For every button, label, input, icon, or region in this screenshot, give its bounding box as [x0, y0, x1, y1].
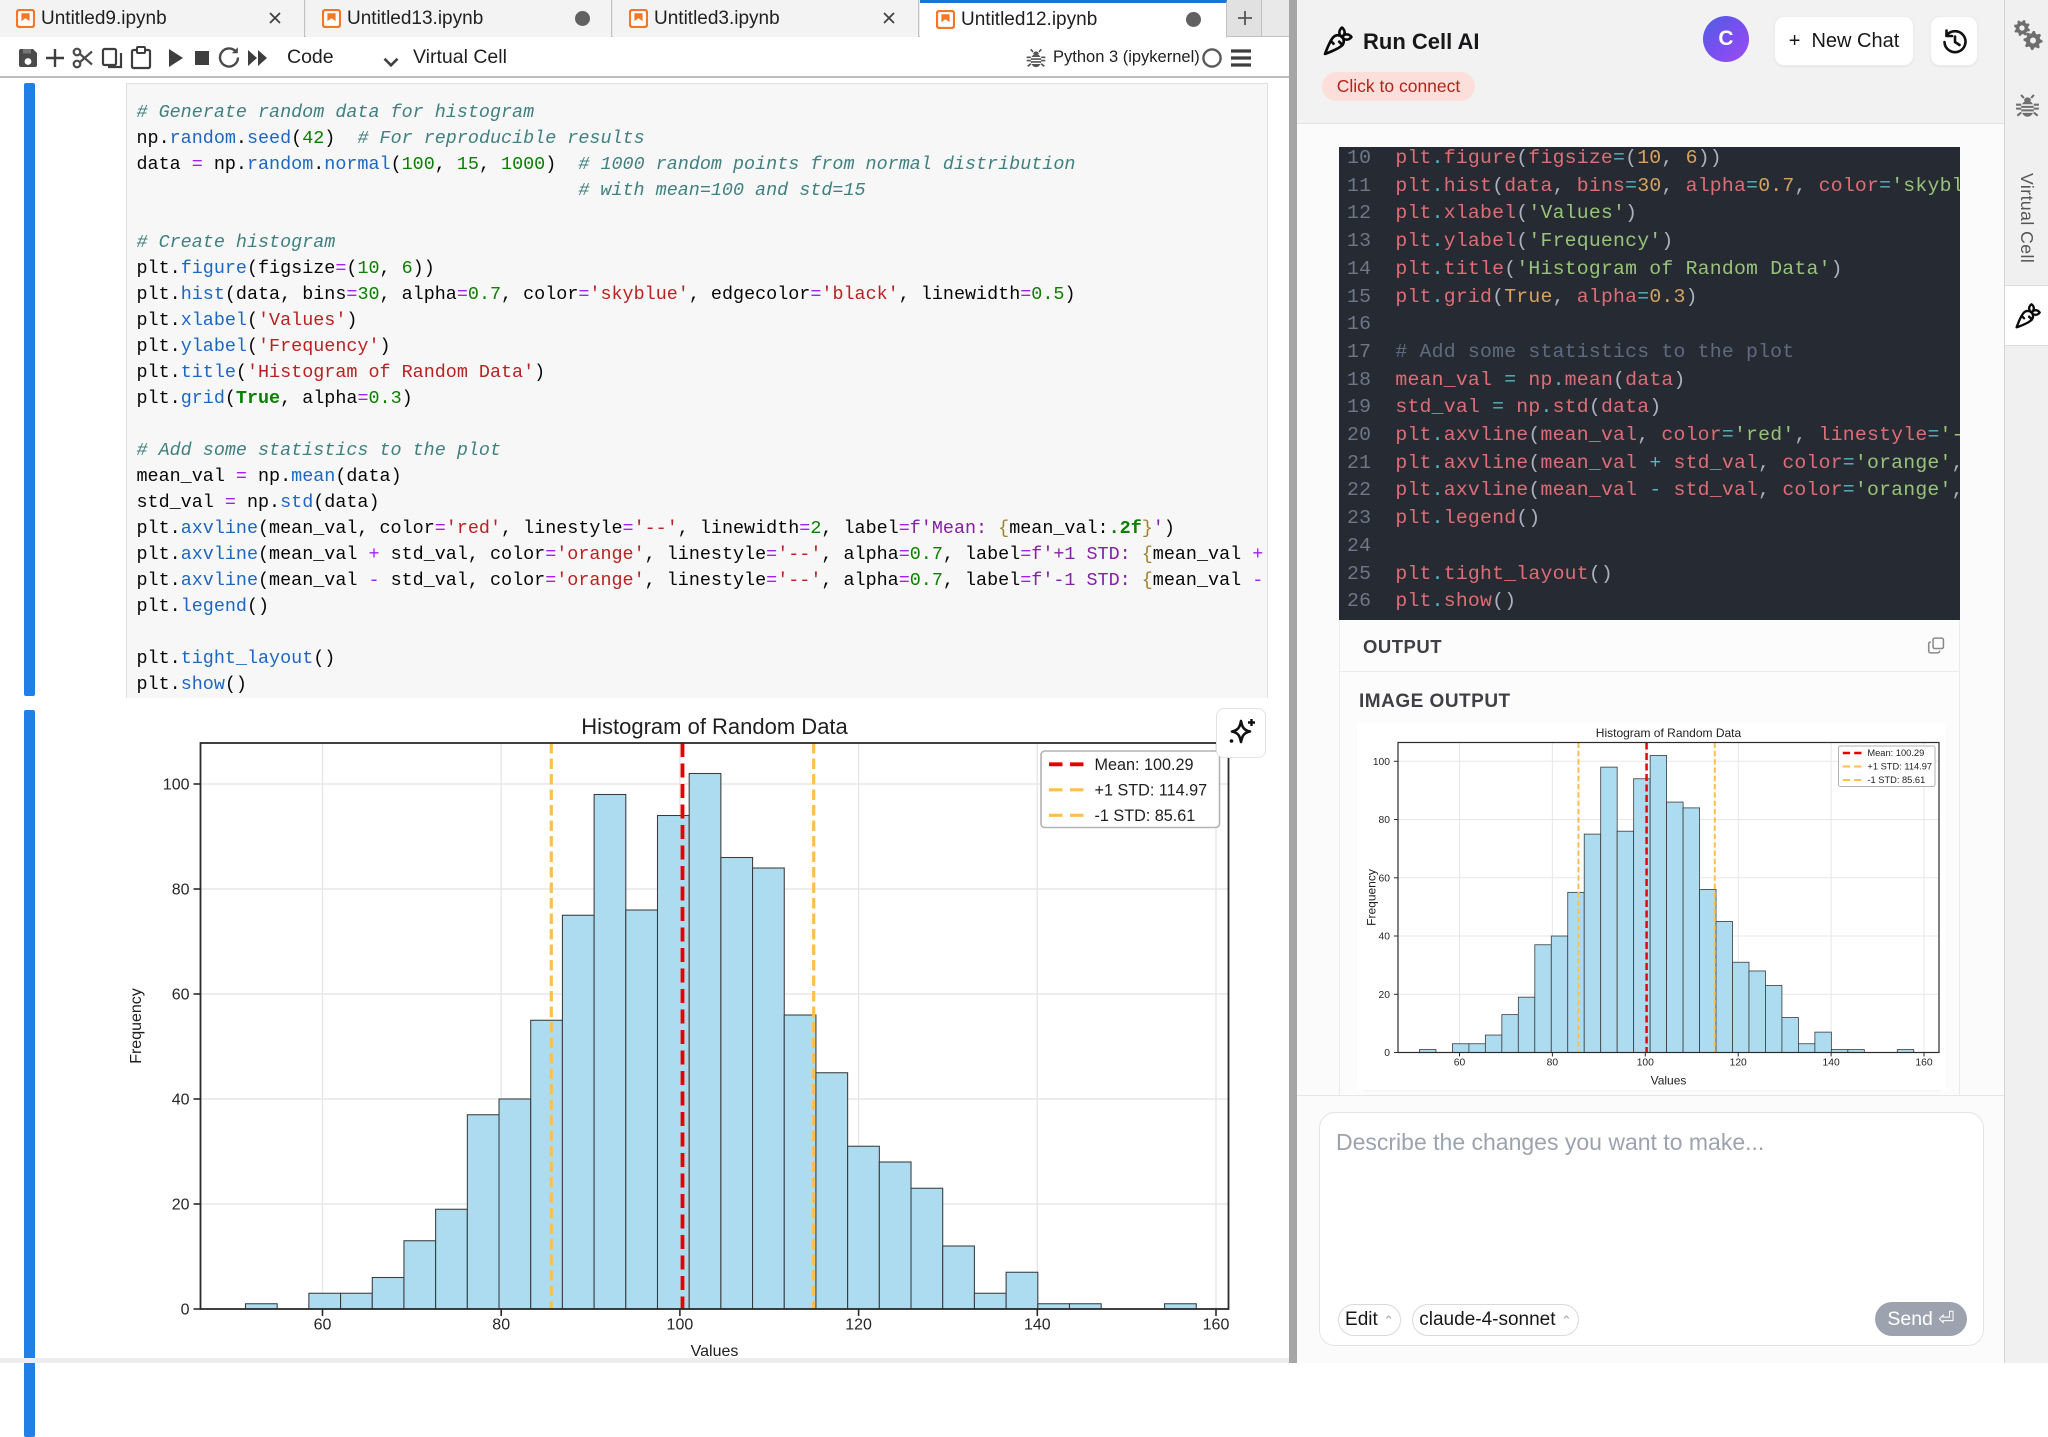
svg-text:0: 0: [1384, 1048, 1390, 1059]
svg-text:Frequency: Frequency: [1365, 869, 1379, 926]
svg-text:80: 80: [1379, 815, 1391, 826]
svg-text:60: 60: [1379, 873, 1391, 884]
svg-text:160: 160: [1915, 1057, 1932, 1068]
svg-text:100: 100: [667, 1317, 694, 1334]
svg-text:120: 120: [1730, 1057, 1747, 1068]
svg-text:80: 80: [172, 881, 190, 898]
svg-text:-1 STD: 85.61: -1 STD: 85.61: [1867, 775, 1925, 785]
svg-text:80: 80: [1547, 1057, 1559, 1068]
svg-text:140: 140: [1024, 1317, 1051, 1334]
svg-text:-1 STD: 85.61: -1 STD: 85.61: [1095, 807, 1196, 825]
svg-text:40: 40: [172, 1091, 190, 1108]
svg-text:140: 140: [1823, 1057, 1840, 1068]
svg-text:100: 100: [1373, 757, 1390, 768]
svg-text:60: 60: [1454, 1057, 1466, 1068]
svg-text:80: 80: [492, 1317, 510, 1334]
svg-text:60: 60: [314, 1317, 332, 1334]
svg-text:20: 20: [172, 1196, 190, 1213]
svg-text:20: 20: [1379, 990, 1391, 1001]
svg-text:40: 40: [1379, 932, 1391, 943]
svg-text:+1 STD: 114.97: +1 STD: 114.97: [1867, 762, 1932, 772]
svg-text:Mean: 100.29: Mean: 100.29: [1867, 748, 1924, 758]
svg-text:100: 100: [163, 776, 190, 793]
svg-text:+1 STD: 114.97: +1 STD: 114.97: [1095, 781, 1208, 799]
svg-text:Mean: 100.29: Mean: 100.29: [1095, 756, 1194, 774]
svg-text:160: 160: [1203, 1317, 1230, 1334]
svg-text:Histogram of Random Data: Histogram of Random Data: [1596, 726, 1742, 740]
svg-text:Values: Values: [1651, 1074, 1687, 1088]
svg-text:Frequency: Frequency: [128, 988, 145, 1064]
svg-text:120: 120: [845, 1317, 872, 1334]
svg-text:60: 60: [172, 986, 190, 1003]
svg-text:100: 100: [1637, 1057, 1654, 1068]
svg-text:Histogram of Random Data: Histogram of Random Data: [581, 714, 848, 739]
svg-text:0: 0: [181, 1301, 190, 1318]
